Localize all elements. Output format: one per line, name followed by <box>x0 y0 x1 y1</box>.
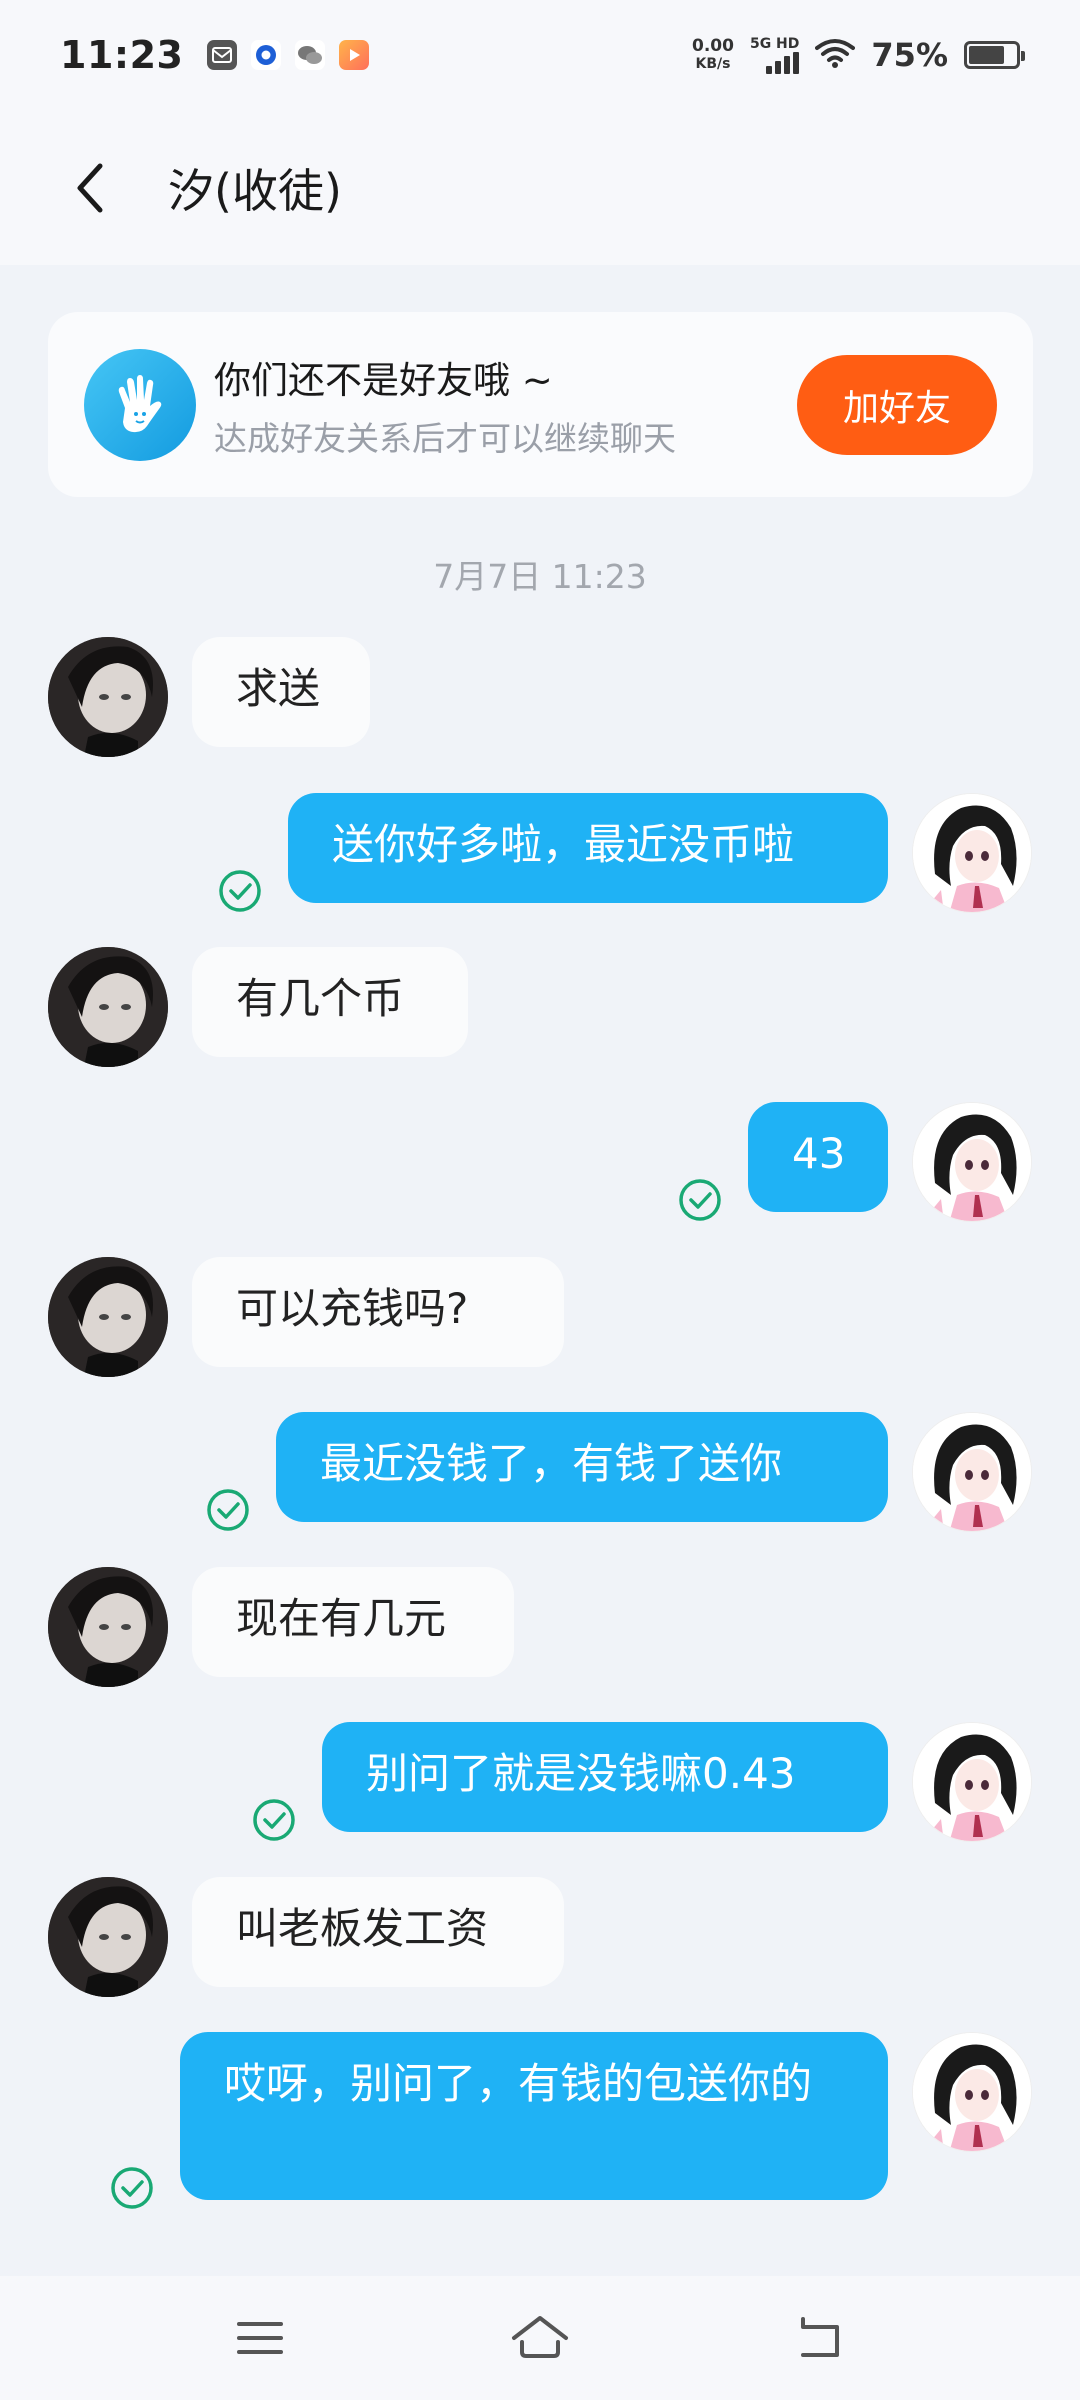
notification-icons <box>207 40 370 70</box>
menu-icon <box>237 2322 283 2354</box>
message-bubble[interactable]: 现在有几元 <box>192 1567 514 1677</box>
video-app-icon <box>339 40 370 70</box>
back-nav-button[interactable] <box>780 2298 860 2378</box>
signal-bars-icon <box>766 51 800 74</box>
wifi-icon <box>815 38 856 72</box>
status-bar: 11:23 0.00 KB/s 5G HD 75% <box>0 0 1080 110</box>
system-navigation-bar <box>0 2276 1080 2400</box>
outgoing-message: 最近没钱了，有钱了送你 <box>0 1412 1080 1532</box>
read-check-icon <box>218 869 262 913</box>
incoming-message: 可以充钱吗? <box>0 1257 1080 1377</box>
network-type: 5G HD <box>749 35 800 52</box>
message-bubble[interactable]: 可以充钱吗? <box>192 1257 564 1367</box>
peer-avatar[interactable] <box>48 637 168 757</box>
read-check-icon <box>206 1488 250 1532</box>
outgoing-message: 哎呀，别问了，有钱的包送你的 <box>0 2032 1080 2209</box>
peer-avatar[interactable] <box>48 1567 168 1687</box>
message-timestamp: 7月7日 11:23 <box>433 557 647 596</box>
my-avatar[interactable] <box>912 1102 1032 1222</box>
message-bubble[interactable]: 43 <box>748 1102 888 1212</box>
network-speed: 0.00 KB/s <box>692 37 734 73</box>
outgoing-message: 43 <box>0 1102 1080 1222</box>
message-bubble[interactable]: 叫老板发工资 <box>192 1877 564 1987</box>
network-speed-value: 0.00 <box>692 36 734 56</box>
my-avatar[interactable] <box>912 2032 1032 2152</box>
not-friends-banner: 你们还不是好友哦 ~ 达成好友关系后才可以继续聊天 加好友 <box>48 312 1033 497</box>
message-bubble[interactable]: 哎呀，别问了，有钱的包送你的 <box>180 2032 888 2200</box>
home-icon <box>512 2316 568 2358</box>
home-button[interactable] <box>500 2298 580 2378</box>
back-button[interactable] <box>40 138 140 238</box>
my-avatar[interactable] <box>912 1722 1032 1842</box>
message-bubble[interactable]: 有几个币 <box>192 947 468 1057</box>
banner-subtitle: 达成好友关系后才可以继续聊天 <box>214 418 676 458</box>
banner-text: 你们还不是好友哦 ~ 达成好友关系后才可以继续聊天 <box>214 350 676 460</box>
read-check-icon <box>110 2166 154 2210</box>
chat-header: 汐(收徒) <box>0 110 1080 265</box>
outgoing-message: 送你好多啦，最近没币啦 <box>0 793 1080 913</box>
read-check-icon <box>678 1178 722 1222</box>
wechat-icon <box>295 40 326 70</box>
banner-title: 你们还不是好友哦 ~ <box>214 358 553 402</box>
back-icon <box>801 2317 839 2357</box>
incoming-message: 叫老板发工资 <box>0 1877 1080 1997</box>
chevron-left-icon <box>77 163 103 212</box>
menu-button[interactable] <box>220 2298 300 2378</box>
read-check-icon <box>252 1798 296 1842</box>
peer-avatar[interactable] <box>48 947 168 1067</box>
battery-percent: 75% <box>871 36 948 74</box>
incoming-message: 求送 <box>0 637 1080 757</box>
add-friend-button[interactable]: 加好友 <box>797 354 997 455</box>
message-bubble[interactable]: 别问了就是没钱嘛0.43 <box>322 1722 888 1832</box>
peer-avatar[interactable] <box>48 1877 168 1997</box>
cell-signal: 5G HD <box>749 35 800 74</box>
status-time: 11:23 <box>60 33 184 77</box>
incoming-message: 有几个币 <box>0 947 1080 1067</box>
message-bubble[interactable]: 求送 <box>192 637 370 747</box>
mail-icon <box>207 40 238 70</box>
outgoing-message: 别问了就是没钱嘛0.43 <box>0 1722 1080 1842</box>
incoming-message: 现在有几元 <box>0 1567 1080 1687</box>
chat-title: 汐(收徒) <box>168 163 342 218</box>
network-speed-unit: KB/s <box>695 56 731 72</box>
my-avatar[interactable] <box>912 793 1032 913</box>
status-right: 0.00 KB/s 5G HD 75% <box>692 35 1025 74</box>
peer-avatar[interactable] <box>48 1257 168 1377</box>
message-bubble[interactable]: 最近没钱了，有钱了送你 <box>276 1412 888 1522</box>
browser-icon <box>251 40 282 70</box>
battery-fill <box>969 46 1004 64</box>
waving-hand-icon <box>84 348 196 461</box>
message-bubble[interactable]: 送你好多啦，最近没币啦 <box>288 793 888 903</box>
my-avatar[interactable] <box>912 1412 1032 1532</box>
battery-icon <box>964 41 1025 69</box>
